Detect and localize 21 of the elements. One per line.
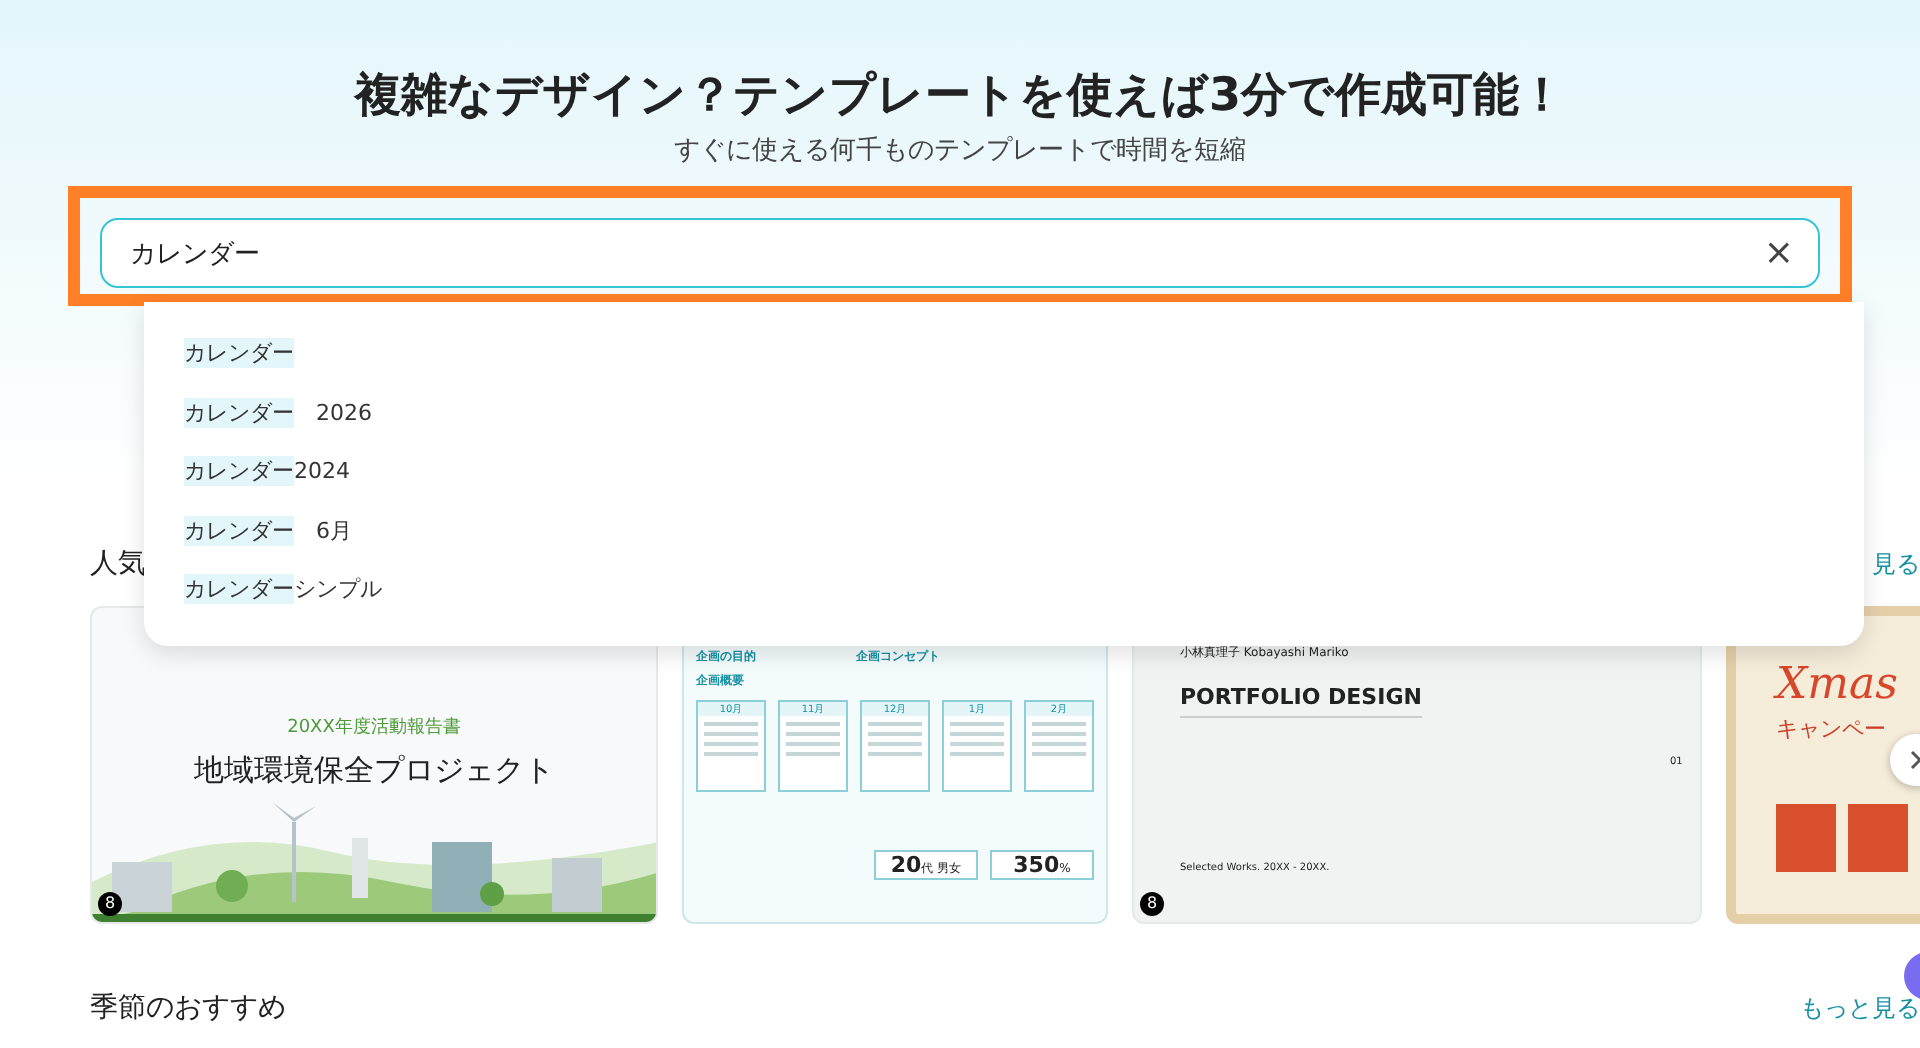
page-count-badge: 8 (1140, 892, 1164, 916)
card-title: Xmas (1776, 660, 1900, 710)
card-title: PORTFOLIO DESIGN (1180, 684, 1422, 718)
card-subtitle: 20XX年度活動報告書 (287, 715, 461, 740)
suggestion-item[interactable]: カレンダー2024 (144, 452, 1864, 512)
section-title: 人気 (90, 546, 146, 582)
card-title: 地域環境保全プロジェクト (194, 752, 554, 790)
card-subtitle: キャンペー (1776, 714, 1888, 744)
search-field[interactable]: カレンダー × (100, 218, 1820, 288)
coupon-block (1776, 804, 1836, 872)
see-more-link[interactable]: 見る (1872, 547, 1920, 581)
page-subtitle: すぐに使える何千ものテンプレートで時間を短縮 (674, 134, 1246, 170)
coupon-block (1848, 804, 1908, 872)
see-more-link[interactable]: もっと見る (1800, 991, 1920, 1025)
suggestion-item[interactable]: カレンダー 6月 (144, 511, 1864, 571)
section-title: 季節のおすすめ (90, 990, 286, 1026)
suggestion-item[interactable]: カレンダー (144, 334, 1864, 394)
chevron-right-icon (1906, 750, 1920, 770)
page-title: 複雑なデザイン？テンプレートを使えば3分で作成可能！ (354, 68, 1565, 126)
close-icon[interactable]: × (1763, 235, 1794, 271)
suggestion-item[interactable]: カレンダー 2026 (144, 393, 1864, 453)
